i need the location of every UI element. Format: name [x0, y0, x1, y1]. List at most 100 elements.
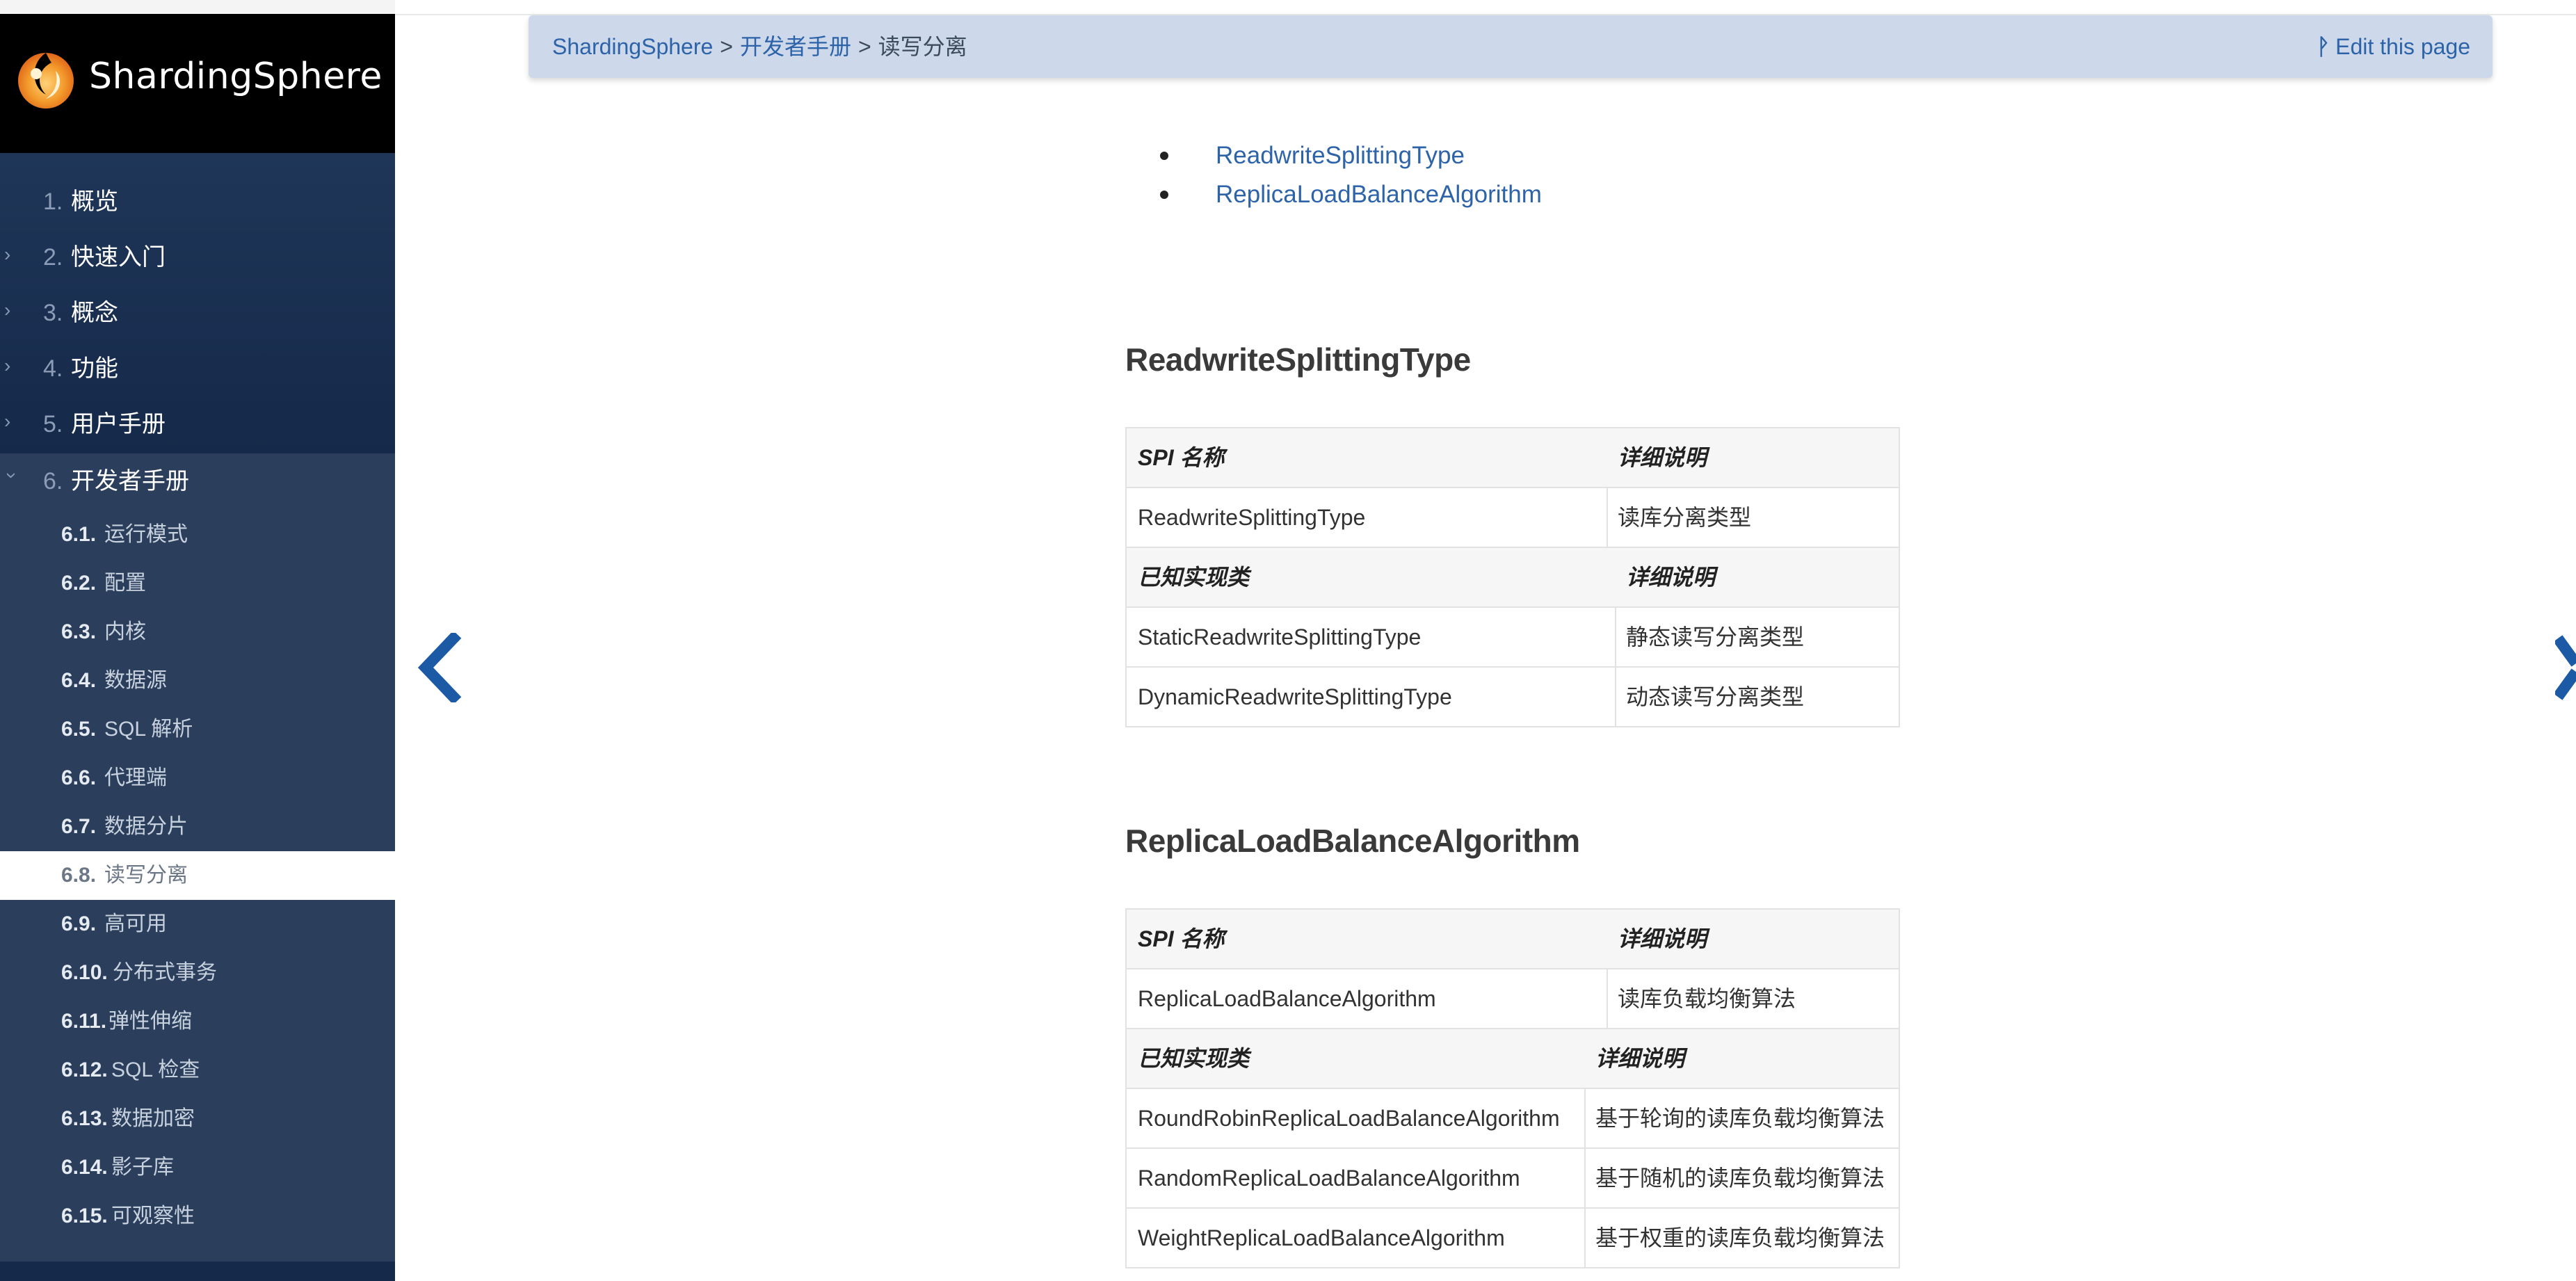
table-cell: StaticReadwriteSplittingType	[1138, 625, 1422, 650]
table-cell: ReadwriteSplittingType	[1138, 505, 1366, 530]
table-cell: 读库分离类型	[1618, 505, 1752, 530]
sidebar-item-number: 6.12.	[61, 1058, 108, 1081]
git-icon: ᚹ	[2316, 34, 2331, 59]
sidebar-item-user-manual[interactable]: › 5. 用户手册	[0, 396, 395, 452]
table-cell: 动态读写分离类型	[1626, 684, 1805, 709]
breadcrumb: ShardingSphere > 开发者手册 > 读写分离	[552, 15, 967, 78]
sidebar-item-run-mode[interactable]: 6.1. 运行模式	[0, 510, 395, 559]
sidebar-item-label: 内核	[104, 620, 146, 643]
sidebar-item-datasource[interactable]: 6.4. 数据源	[0, 656, 395, 705]
sidebar-item-observability[interactable]: 6.15. 可观察性	[0, 1192, 395, 1241]
table-cell: RandomReplicaLoadBalanceAlgorithm	[1138, 1166, 1520, 1191]
sidebar-item-number: 6.14.	[61, 1156, 108, 1179]
table-header-cell: SPI 名称	[1138, 926, 1225, 951]
sidebar-item-number: 6.7.	[61, 815, 97, 838]
breadcrumb-current: 读写分离	[878, 34, 967, 59]
breadcrumb-bar: ShardingSphere > 开发者手册 > 读写分离 ᚹ Edit this pag…	[529, 15, 2493, 78]
sidebar-item-sql-parse[interactable]: 6.5. SQL 解析	[0, 705, 395, 754]
sidebar-top-strip	[0, 0, 395, 14]
sidebar-item-ha[interactable]: 6.9. 高可用	[0, 900, 395, 949]
spi-table: SPI 名称 详细说明 ReadwriteSplittingType 读库分离类…	[1125, 427, 1900, 548]
spi-table: SPI 名称 详细说明 ReplicaLoadBalanceAlgorithm …	[1125, 908, 1900, 1029]
section-heading: ReplicaLoadBalanceAlgorithm	[1125, 823, 1580, 859]
table-cell: 基于随机的读库负载均衡算法	[1595, 1166, 1885, 1191]
table-header-cell: 详细说明	[1618, 445, 1707, 470]
sidebar-item-label: 读写分离	[104, 864, 188, 887]
table-header-row: 已知实现类 详细说明	[1127, 1029, 1899, 1089]
sidebar-item-dev-manual[interactable]: › 6. 开发者手册	[0, 453, 395, 509]
chevron-right-icon[interactable]: ›	[4, 356, 17, 376]
sidebar-item-config[interactable]: 6.2. 配置	[0, 559, 395, 608]
table-row: DynamicReadwriteSplittingType 动态读写分离类型	[1127, 668, 1899, 726]
sidebar-item-number: 6.1.	[61, 523, 97, 546]
edit-page-link[interactable]: ᚹ Edit this page	[2317, 15, 2470, 78]
previous-page-chevron-icon[interactable]	[416, 633, 465, 702]
bullet-icon	[1160, 191, 1168, 199]
logo[interactable]: ShardingSphere	[0, 14, 395, 153]
breadcrumb-separator: >	[858, 34, 871, 59]
sidebar-item-sql-check[interactable]: 6.12. SQL 检查	[0, 1046, 395, 1095]
sidebar-item-readwrite-splitting[interactable]: 6.8. 读写分离	[0, 851, 395, 900]
sidebar-item-shadow[interactable]: 6.14. 影子库	[0, 1143, 395, 1192]
sidebar-item-number: 6.3.	[61, 620, 97, 643]
table-cell: RoundRobinReplicaLoadBalanceAlgorithm	[1138, 1106, 1560, 1131]
chevron-right-icon[interactable]: ›	[4, 412, 17, 431]
sidebar-item-kernel[interactable]: 6.3. 内核	[0, 608, 395, 656]
table-cell: 基于轮询的读库负载均衡算法	[1595, 1106, 1885, 1131]
sidebar-item-transaction[interactable]: 6.10. 分布式事务	[0, 949, 395, 997]
sidebar-item-label: SQL 检查	[111, 1058, 200, 1081]
breadcrumb-root-link[interactable]: ShardingSphere	[552, 34, 713, 59]
table-header-cell: 详细说明	[1618, 926, 1707, 951]
table-row: RoundRobinReplicaLoadBalanceAlgorithm 基于…	[1127, 1089, 1899, 1149]
sidebar-item-label: 功能	[71, 355, 118, 382]
breadcrumb-parent-link[interactable]: 开发者手册	[740, 34, 851, 59]
table-row: ReplicaLoadBalanceAlgorithm 读库负载均衡算法	[1127, 969, 1899, 1028]
sidebar-item-number: 6.2.	[61, 572, 97, 595]
table-cell: DynamicReadwriteSplittingType	[1138, 684, 1452, 709]
sidebar-item-number: 6.13.	[61, 1107, 108, 1130]
sidebar-item-label: 概览	[71, 188, 118, 215]
table-header-row: SPI 名称 详细说明	[1127, 428, 1899, 488]
sidebar-item-number: 6.15.	[61, 1205, 108, 1227]
sidebar-item-label: 分布式事务	[113, 961, 217, 984]
logo-text: ShardingSphere	[89, 56, 383, 97]
sidebar-item-label: 快速入门	[71, 244, 166, 271]
sidebar-item-number: 6.4.	[61, 669, 97, 692]
table-header-cell: 已知实现类	[1138, 1046, 1250, 1071]
sidebar-item-overview[interactable]: 1. 概览	[0, 174, 395, 229]
sidebar-item-encrypt[interactable]: 6.13. 数据加密	[0, 1095, 395, 1143]
sidebar-item-label: 用户手册	[71, 411, 166, 437]
table-header-cell: 已知实现类	[1138, 565, 1250, 590]
sidebar-item-sharding[interactable]: 6.7. 数据分片	[0, 803, 395, 851]
sidebar-item-number: 1.	[43, 188, 63, 215]
section-heading: ReadwriteSplittingType	[1125, 341, 1471, 378]
table-header-row: 已知实现类 详细说明	[1127, 548, 1899, 608]
sidebar-item-scaling[interactable]: 6.11. 弹性伸缩	[0, 997, 395, 1046]
table-header-cell: SPI 名称	[1138, 445, 1225, 470]
table-cell: ReplicaLoadBalanceAlgorithm	[1138, 986, 1436, 1011]
chevron-down-icon[interactable]: ›	[1, 472, 23, 485]
next-page-chevron-icon[interactable]	[2555, 633, 2576, 702]
sidebar-item-number: 6.	[43, 468, 63, 494]
table-row: ReadwriteSplittingType 读库分离类型	[1127, 488, 1899, 547]
sidebar-item-label: 影子库	[111, 1156, 174, 1179]
table-cell: 基于权重的读库负载均衡算法	[1595, 1225, 1885, 1250]
sidebar-item-quick-start[interactable]: › 2. 快速入门	[0, 229, 395, 285]
table-cell: 静态读写分离类型	[1626, 625, 1805, 650]
sidebar-item-number: 6.9.	[61, 912, 97, 935]
sidebar-item-label: 可观察性	[111, 1205, 195, 1227]
table-cell: 读库负载均衡算法	[1618, 986, 1796, 1011]
chevron-right-icon[interactable]: ›	[4, 245, 17, 264]
sidebar-item-concepts[interactable]: › 3. 概念	[0, 285, 395, 341]
chevron-right-icon[interactable]: ›	[4, 300, 17, 320]
sidebar-item-proxy[interactable]: 6.6. 代理端	[0, 754, 395, 803]
sidebar-item-number: 4.	[43, 355, 63, 382]
sidebar-item-features[interactable]: › 4. 功能	[0, 341, 395, 396]
sidebar-item-next-partial[interactable]	[0, 1262, 395, 1281]
sidebar-item-number: 2.	[43, 244, 63, 271]
sidebar-item-number: 3.	[43, 300, 63, 326]
bullet-icon	[1160, 152, 1168, 160]
toc-link-replica-load-balance-algorithm[interactable]: ReplicaLoadBalanceAlgorithm	[1216, 175, 1542, 214]
table-cell: WeightReplicaLoadBalanceAlgorithm	[1138, 1225, 1505, 1250]
toc-link-readwrite-splitting-type[interactable]: ReadwriteSplittingType	[1216, 136, 1465, 175]
